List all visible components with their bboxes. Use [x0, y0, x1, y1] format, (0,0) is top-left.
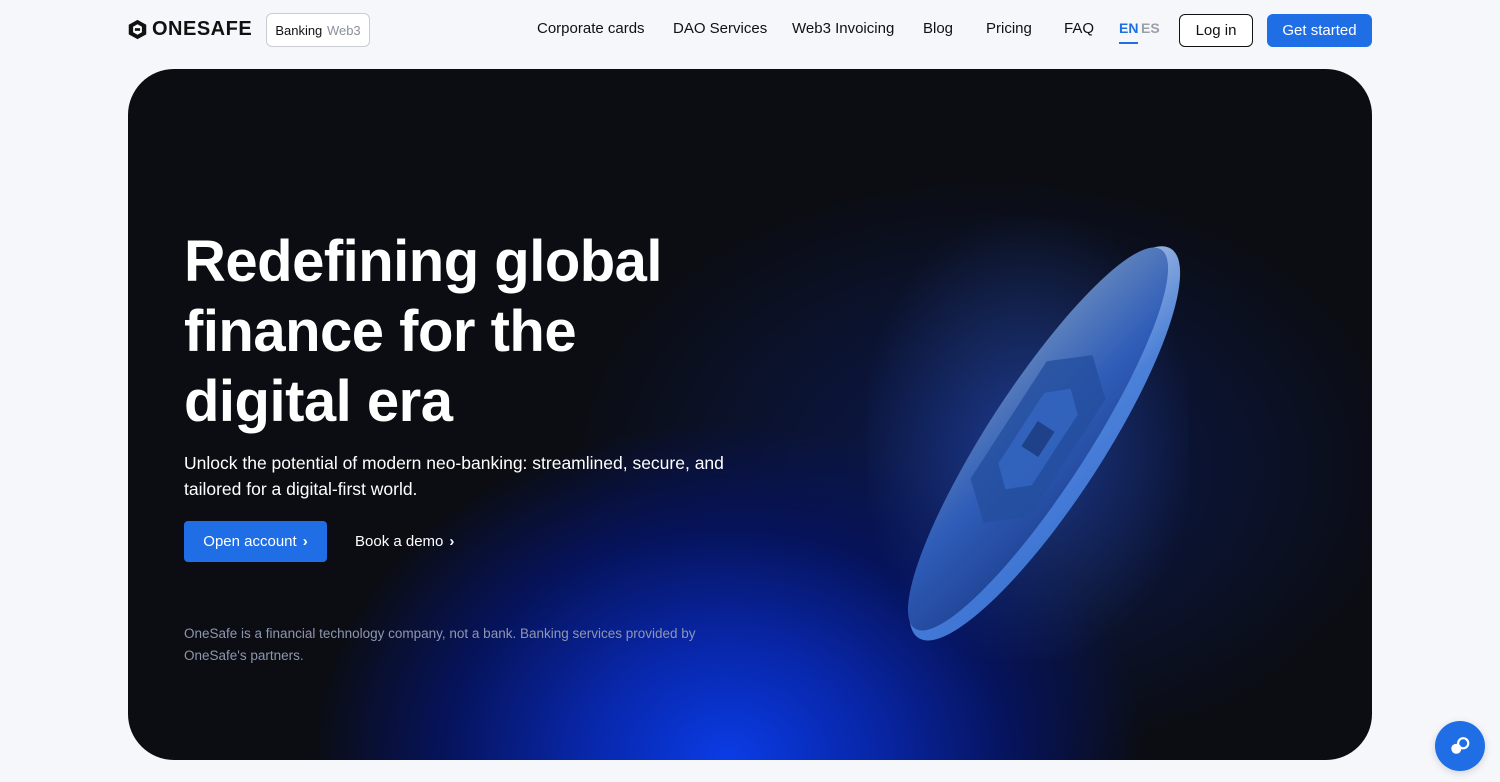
- chevron-right-icon: ›: [449, 533, 455, 550]
- nav-dao-services[interactable]: DAO Services: [673, 20, 767, 37]
- lang-en[interactable]: EN: [1119, 20, 1139, 44]
- book-demo-link[interactable]: Book a demo ›: [355, 521, 454, 562]
- nav-pricing[interactable]: Pricing: [986, 20, 1032, 37]
- hero-title: Redefining global finance for the digita…: [184, 229, 663, 434]
- hero-subtitle: Unlock the potential of modern neo-banki…: [184, 453, 724, 499]
- login-button[interactable]: Log in: [1179, 14, 1253, 47]
- legal-disclaimer: OneSafe is a financial technology compan…: [184, 626, 696, 663]
- coin-illustration: [868, 219, 1188, 659]
- nav-faq[interactable]: FAQ: [1064, 20, 1094, 37]
- chat-launcher[interactable]: [1435, 721, 1485, 771]
- nav-corporate-cards[interactable]: Corporate cards: [537, 20, 645, 37]
- nav-blog[interactable]: Blog: [923, 20, 953, 37]
- brand-logo[interactable]: ONESAFE: [127, 18, 252, 41]
- get-started-button[interactable]: Get started: [1267, 14, 1372, 47]
- open-account-button[interactable]: Open account ›: [184, 521, 327, 562]
- chevron-right-icon: ›: [302, 533, 308, 550]
- hero-section: Redefining global finance for the digita…: [128, 69, 1372, 760]
- open-account-label: Open account: [203, 533, 297, 550]
- lang-es[interactable]: ES: [1141, 20, 1160, 36]
- mode-switch[interactable]: Banking Web3: [266, 13, 370, 47]
- book-demo-label: Book a demo: [355, 533, 444, 550]
- site-header: ONESAFE Banking Web3 Corporate cards DAO…: [0, 0, 1500, 62]
- mode-web3[interactable]: Web3: [327, 23, 361, 38]
- chat-bubble-icon: [1451, 737, 1470, 754]
- onesafe-logo-icon: [128, 19, 147, 40]
- mode-banking[interactable]: Banking: [275, 23, 322, 38]
- brand-name: ONESAFE: [152, 18, 253, 40]
- nav-web3-invoicing[interactable]: Web3 Invoicing: [792, 20, 894, 37]
